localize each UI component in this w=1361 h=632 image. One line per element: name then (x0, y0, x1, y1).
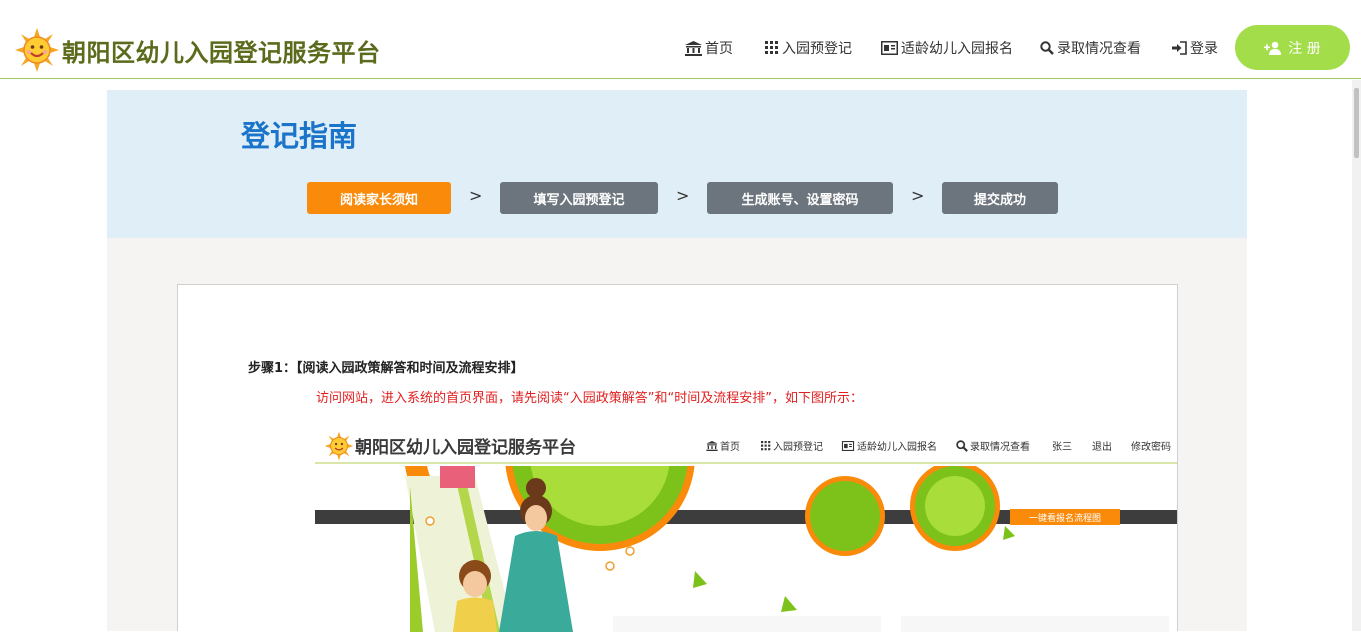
bank-icon (706, 440, 718, 451)
screenshot-nav-user: 张三 (1052, 442, 1072, 453)
bank-icon (685, 40, 702, 56)
nav-admission-query[interactable]: 录取情况查看 (1040, 38, 1141, 58)
screenshot-banner: 一键看报名流程图 (315, 422, 1177, 632)
banner-illustration (315, 422, 1177, 632)
page-scrollbar[interactable] (1352, 80, 1361, 631)
register-button-label: 注 册 (1288, 40, 1321, 57)
add-user-icon (1264, 41, 1282, 55)
sign-in-icon (1172, 41, 1187, 55)
step-fill-pre-register[interactable]: 填写入园预登记 (500, 182, 658, 214)
step-separator: > (911, 186, 925, 205)
screenshot-nav-logout: 退出 (1092, 442, 1112, 453)
homepage-screenshot: 朝阳区幼儿入园登记服务平台 首页 入园预登记 适龄幼儿入园报名 录取情况查看 张… (315, 422, 1177, 632)
guide-banner: 登记指南 阅读家长须知 > 填写入园预登记 > 生成账号、设置密码 > 提交成功 (107, 90, 1247, 238)
screenshot-nav-pre-register: 入园预登记 (761, 438, 823, 453)
register-button[interactable]: 注 册 (1235, 25, 1350, 70)
nav-pre-register[interactable]: 入园预登记 (765, 38, 852, 58)
step-separator: > (676, 186, 690, 205)
grid-icon (765, 41, 778, 54)
nav-pre-register-label: 入园预登记 (782, 41, 852, 57)
step-submit-success[interactable]: 提交成功 (942, 182, 1058, 214)
nav-login[interactable]: 登录 (1171, 38, 1218, 58)
nav-login-label: 登录 (1190, 41, 1218, 57)
screenshot-header: 朝阳区幼儿入园登记服务平台 首页 入园预登记 适龄幼儿入园报名 录取情况查看 张… (315, 422, 1177, 464)
nav-home[interactable]: 首页 (685, 38, 733, 58)
screenshot-nav-admission-query-label: 录取情况查看 (970, 442, 1030, 453)
sun-logo-icon[interactable] (14, 27, 60, 73)
screenshot-nav-home-label: 首页 (720, 442, 740, 453)
nav-age-apply-label: 适龄幼儿入园报名 (901, 41, 1013, 57)
screenshot-nav-age-apply: 适龄幼儿入园报名 (841, 438, 937, 453)
step-create-account[interactable]: 生成账号、设置密码 (707, 182, 893, 214)
guide-document: 步骤1：【阅读入园政策解答和时间及流程安排】 访问网站，进入系统的首页界面，请先… (177, 284, 1178, 632)
grid-icon (761, 440, 771, 450)
site-header: 朝阳区幼儿入园登记服务平台 首页 入园预登记 适龄幼儿入园报名 录取情况查看 登… (0, 0, 1361, 79)
step1-description: 访问网站，进入系统的首页界面，请先阅读“入园政策解答”和“时间及流程安排”，如下… (316, 391, 863, 406)
nav-age-apply[interactable]: 适龄幼儿入园报名 (881, 38, 1013, 58)
site-title: 朝阳区幼儿入园登记服务平台 (62, 39, 381, 67)
nav-home-label: 首页 (705, 41, 733, 57)
screenshot-nav-admission-query: 录取情况查看 (956, 438, 1030, 453)
guide-title: 登记指南 (241, 119, 358, 153)
screenshot-nav-age-apply-label: 适龄幼儿入园报名 (857, 442, 937, 453)
id-card-icon (881, 41, 898, 55)
id-card-icon (841, 440, 855, 451)
screenshot-nav-home: 首页 (706, 438, 740, 453)
step1-title: 步骤1：【阅读入园政策解答和时间及流程安排】 (248, 361, 524, 376)
screenshot-nav-change-password: 修改密码 (1131, 442, 1171, 453)
screenshot-flowchart-badge: 一键看报名流程图 (1010, 509, 1120, 525)
step-separator: > (469, 186, 483, 205)
main-content: 登记指南 阅读家长须知 > 填写入园预登记 > 生成账号、设置密码 > 提交成功… (107, 90, 1247, 632)
sun-logo-icon (324, 431, 354, 461)
scrollbar-thumb[interactable] (1354, 88, 1359, 158)
search-icon (956, 439, 968, 452)
screenshot-nav-pre-register-label: 入园预登记 (773, 442, 823, 453)
nav-admission-query-label: 录取情况查看 (1057, 41, 1141, 57)
screenshot-site-title: 朝阳区幼儿入园登记服务平台 (355, 438, 576, 458)
step-read-notice[interactable]: 阅读家长须知 (307, 182, 451, 214)
search-icon (1040, 41, 1054, 55)
